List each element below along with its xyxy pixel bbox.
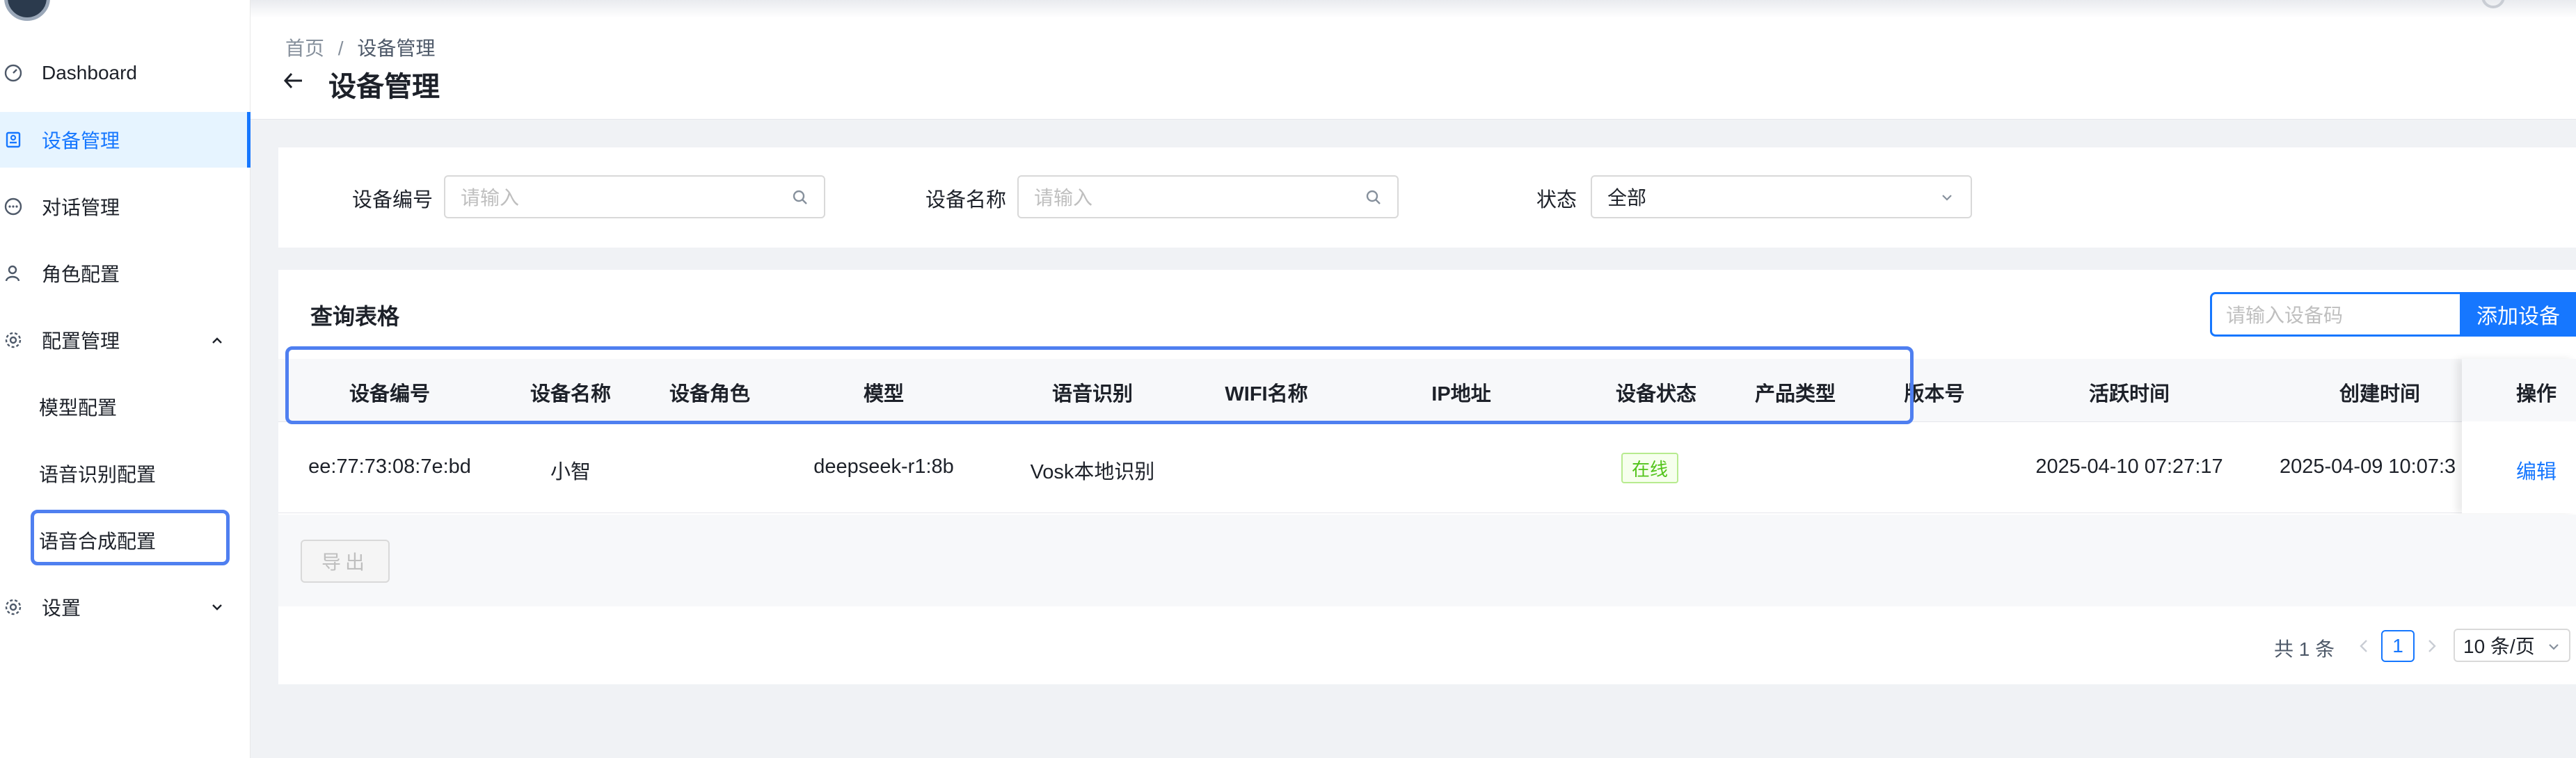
search-icon[interactable]	[1364, 188, 1383, 207]
chat-icon	[3, 196, 24, 217]
col-header-created-time[interactable]: 创建时间	[2324, 378, 2435, 407]
gear-icon	[3, 597, 24, 618]
back-arrow-icon[interactable]	[281, 68, 306, 93]
add-device-button[interactable]: 添加设备	[2460, 292, 2576, 337]
breadcrumb-current: 设备管理	[357, 38, 436, 59]
highlight-box-header	[285, 346, 1914, 424]
chevron-left-icon[interactable]	[2356, 636, 2371, 656]
device-icon	[3, 129, 24, 150]
sidebar-item-label: Dashboard	[42, 62, 137, 83]
col-header-action: 操作	[2515, 383, 2557, 405]
cell-asr: Vosk本地识别	[1030, 461, 1155, 483]
cell-active-time: 2025-04-10 07:27:17	[2035, 455, 2223, 478]
sidebar-item-config-management[interactable]: 配置管理	[0, 312, 251, 368]
device-name-label: 设备名称	[925, 189, 1007, 211]
sidebar-item-dashboard[interactable]: Dashboard	[0, 45, 251, 101]
gauge-icon	[3, 63, 24, 83]
sidebar-item-label: 模型配置	[39, 397, 118, 419]
chevron-right-icon[interactable]	[2424, 636, 2440, 656]
chevron-up-icon	[207, 330, 227, 350]
col-header-active-time[interactable]: 活跃时间	[2074, 378, 2185, 407]
breadcrumb: 首页 / 设备管理	[285, 33, 435, 61]
device-no-input[interactable]: 请输入	[444, 175, 825, 218]
cell-created-time: 2025-04-09 10:07:3	[2280, 455, 2456, 478]
page-title: 设备管理	[328, 72, 440, 102]
chevron-down-icon	[2545, 638, 2562, 655]
sidebar-item-settings[interactable]: 设置	[0, 579, 251, 635]
sidebar-item-label: 对话管理	[42, 197, 120, 218]
search-icon[interactable]	[790, 188, 810, 207]
status-badge: 在线	[1621, 453, 1678, 483]
sidebar-item-label: 语音识别配置	[39, 464, 157, 485]
breadcrumb-home[interactable]: 首页	[285, 38, 324, 59]
sidebar-item-label: 设置	[42, 597, 81, 619]
sidebar-item-label: 角色配置	[42, 264, 120, 285]
top-bar-shadow	[251, 0, 2576, 18]
status-select[interactable]: 全部	[1591, 175, 1972, 218]
pagination-total: 共 1 条	[2274, 638, 2335, 660]
sidebar-item-label: 配置管理	[42, 330, 120, 352]
breadcrumb-separator: /	[337, 38, 344, 59]
sidebar-item-role-config[interactable]: 角色配置	[0, 245, 251, 301]
sidebar-item-device-management[interactable]: 设备管理	[0, 112, 251, 168]
device-name-input[interactable]: 请输入	[1017, 175, 1399, 218]
export-button[interactable]: 导出	[301, 540, 390, 583]
cell-device-no: ee:77:73:08:7e:bd	[308, 455, 471, 478]
user-icon	[3, 263, 24, 284]
chevron-down-icon	[1937, 188, 1957, 207]
highlight-box-tts	[31, 510, 230, 565]
table-title: 查询表格	[310, 304, 400, 329]
device-code-input[interactable]: 请输入设备码	[2210, 292, 2462, 337]
page-size-value: 10 条/页	[2463, 636, 2535, 657]
sidebar-item-label: 设备管理	[42, 130, 120, 152]
pagination-page-1[interactable]: 1	[2381, 630, 2415, 662]
cell-device-name: 小智	[550, 461, 591, 483]
device-no-label: 设备编号	[352, 189, 434, 211]
table-footer	[278, 515, 2576, 606]
sidebar-item-chat-management[interactable]: 对话管理	[0, 179, 251, 234]
device-no-placeholder: 请输入	[461, 187, 520, 209]
sidebar-item-model-config[interactable]: 模型配置	[0, 379, 251, 435]
device-code-placeholder: 请输入设备码	[2226, 305, 2344, 326]
status-select-value: 全部	[1607, 187, 1647, 209]
device-name-placeholder: 请输入	[1034, 187, 1093, 209]
status-label: 状态	[1536, 189, 1577, 211]
edit-link[interactable]: 编辑	[2505, 455, 2568, 485]
page-size-select[interactable]: 10 条/页	[2454, 629, 2570, 662]
chevron-down-icon	[207, 597, 227, 617]
cell-model: deepseek-r1:8b	[813, 455, 954, 478]
sidebar-item-asr-config[interactable]: 语音识别配置	[0, 446, 251, 501]
gear-icon	[3, 330, 24, 350]
